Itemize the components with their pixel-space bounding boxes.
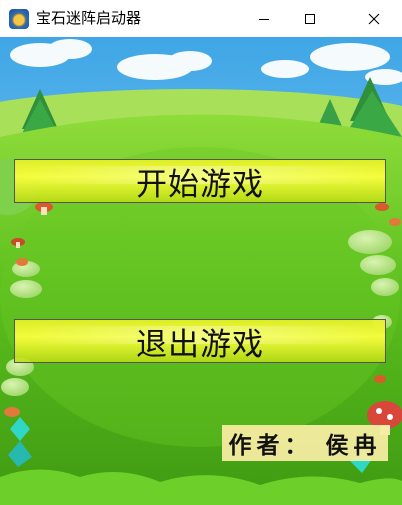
start-game-label: 开始游戏 (136, 166, 264, 203)
window-title: 宝石迷阵启动器 (36, 9, 142, 27)
start-game-button[interactable]: 开始游戏 (14, 159, 386, 203)
author-credit: 作者： 侯冉 (222, 425, 388, 461)
game-launcher-panel: 开始游戏 退出游戏 作者： 侯冉 (0, 37, 402, 505)
minimize-icon (259, 18, 269, 20)
maximize-icon (305, 13, 315, 24)
close-button[interactable] (345, 0, 402, 37)
close-icon (368, 13, 379, 24)
maximize-button[interactable] (287, 0, 333, 37)
exit-game-label: 退出游戏 (136, 326, 264, 363)
minimize-button[interactable] (241, 0, 287, 37)
gem-app-icon (9, 9, 29, 29)
exit-game-button[interactable]: 退出游戏 (14, 319, 386, 363)
title-bar: 宝石迷阵启动器 (0, 0, 402, 37)
